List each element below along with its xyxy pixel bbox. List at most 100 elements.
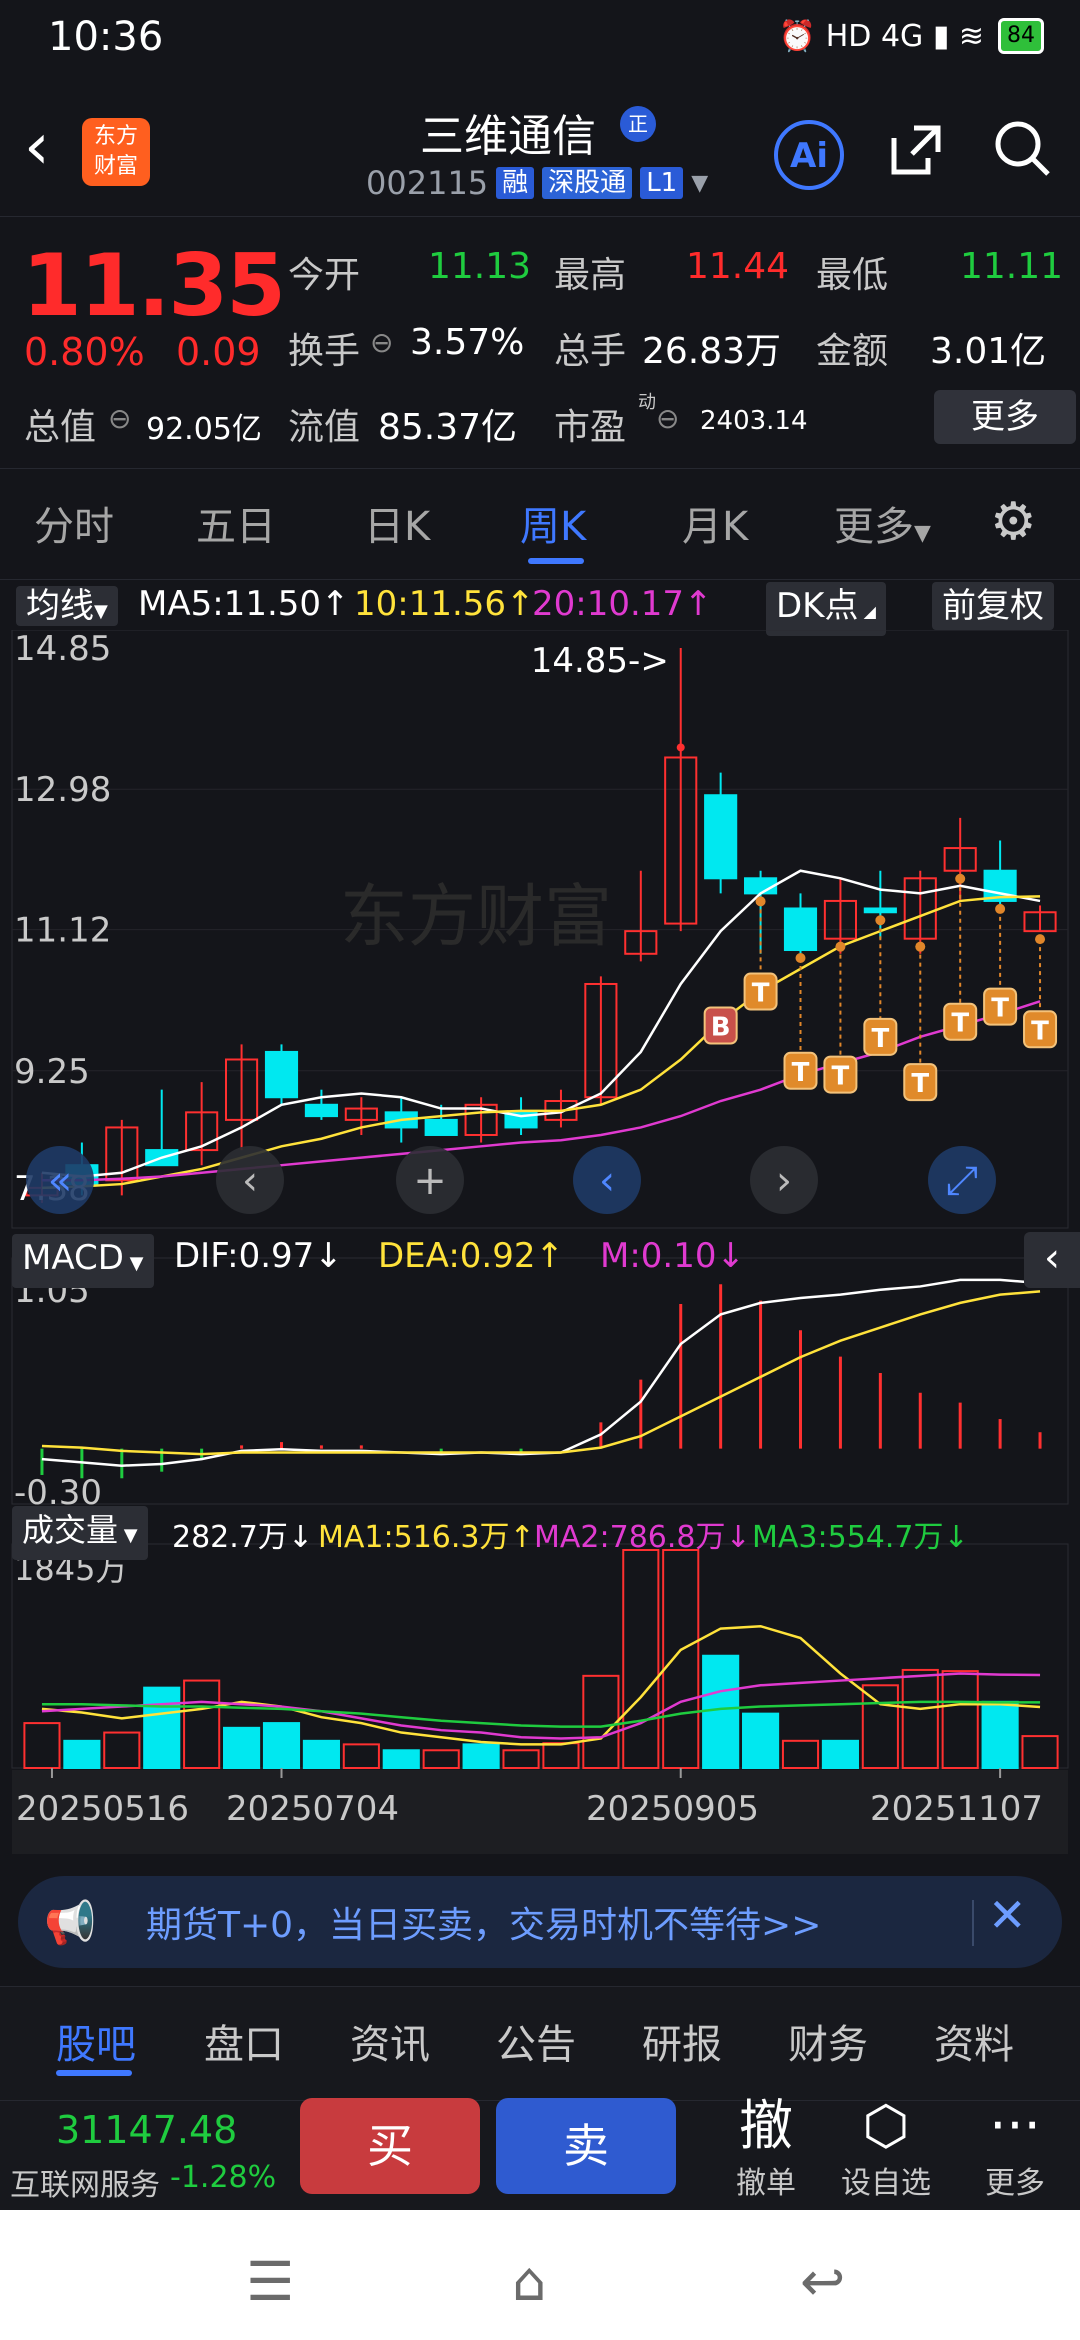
volume-bar: [63, 1739, 101, 1770]
signal-label: B: [711, 1013, 731, 1043]
pe-value: 2403.14: [700, 406, 808, 436]
menu-icon[interactable]: ☰: [246, 2250, 294, 2313]
search-icon[interactable]: [990, 116, 1054, 195]
open-label: 今开: [288, 255, 361, 296]
cancel-order-label: 撤单: [736, 2166, 796, 2201]
volume-bar: [742, 1712, 780, 1770]
nav-left-end-icon: «: [48, 1158, 72, 1204]
dea-line: [41, 1290, 1041, 1456]
dk-point-button[interactable]: DK点 ◢: [766, 582, 886, 636]
tab-guba[interactable]: 股吧: [56, 2012, 136, 2070]
back-nav-icon[interactable]: ↩: [800, 2250, 845, 2313]
high-label: 最高: [554, 255, 627, 296]
volume-bar: [183, 1679, 221, 1770]
tab-weekly-k[interactable]: 周K: [520, 494, 586, 552]
info-icon[interactable]: ⊖: [656, 402, 679, 435]
volume-label: 总手: [554, 331, 627, 372]
candle-body: [424, 1118, 458, 1136]
volume-bar: [542, 1742, 580, 1770]
cancel-order-button[interactable]: 撤 撤单: [724, 2094, 808, 2202]
sector-change: -1.28%: [170, 2160, 277, 2195]
macd-frame: [11, 1257, 1069, 1505]
caret-down-icon: ▼: [914, 521, 931, 546]
volume-bar: [103, 1731, 141, 1770]
caret-down-icon: ▼: [118, 1525, 138, 1546]
cancel-icon: 撤: [739, 2094, 793, 2157]
back-icon[interactable]: ‹: [24, 110, 50, 184]
volume-selector[interactable]: 成交量 ▼: [12, 1506, 148, 1560]
share-icon[interactable]: [886, 120, 946, 180]
stock-code: 002115: [366, 164, 489, 202]
tab-news[interactable]: 资讯: [350, 2012, 430, 2070]
change-percent: 0.80%: [24, 330, 145, 374]
tab-five-day[interactable]: 五日: [196, 494, 276, 552]
date-axis-label: 20250704: [226, 1789, 399, 1829]
dk-label: DK点: [776, 586, 859, 626]
more-dots-icon: ···: [989, 2094, 1041, 2157]
ma-toggle[interactable]: 均线▼: [16, 582, 118, 636]
close-icon[interactable]: ✕: [988, 1888, 1027, 1942]
ma10-value: 10:11.56↑: [354, 584, 535, 624]
volume-bar: [422, 1749, 460, 1769]
tag-shengutong: 深股通: [542, 167, 633, 199]
tab-monthly-k[interactable]: 月K: [682, 494, 748, 552]
info-tab-underline: [56, 2070, 132, 2076]
nav-left-icon: ‹: [599, 1158, 615, 1204]
buy-button[interactable]: 买: [300, 2098, 480, 2194]
vol-ma3-value: MA3:554.7万↓: [752, 1520, 969, 1555]
tab-more[interactable]: 更多▼: [834, 494, 931, 552]
signal-label: T: [991, 994, 1009, 1024]
signal-label: T: [951, 1009, 969, 1039]
quote-more-button[interactable]: 更多: [934, 390, 1076, 444]
dif-line: [41, 1278, 1041, 1467]
candle-body: [264, 1050, 299, 1099]
volume-label-text: 成交量: [22, 1511, 119, 1549]
tab-underline: [528, 558, 584, 564]
adjust-button[interactable]: 前复权: [932, 582, 1054, 630]
app-logo: 东方 财富: [82, 118, 150, 186]
tab-intraday[interactable]: 分时: [34, 494, 114, 552]
nav-prev-icon: ‹: [242, 1158, 258, 1204]
megaphone-icon: 📢: [44, 1898, 97, 1947]
volume-bar: [861, 1684, 899, 1769]
pe-label: 市盈: [554, 407, 627, 448]
candle-body: [704, 794, 738, 880]
volume-bar: [662, 1549, 700, 1769]
banner-divider: [972, 1900, 974, 1946]
tab-research[interactable]: 研报: [642, 2012, 722, 2070]
sector-index-value[interactable]: 31147.48: [56, 2108, 237, 2152]
caret-down-icon: ▼: [691, 170, 709, 196]
tab-daily-k[interactable]: 日K: [364, 494, 430, 552]
volume-bar: [342, 1743, 380, 1769]
collapse-panel-icon[interactable]: ‹: [1024, 1232, 1080, 1288]
signal-label: T: [911, 1069, 929, 1099]
signal-label: T: [1031, 1016, 1049, 1046]
tab-pankou[interactable]: 盘口: [204, 2012, 284, 2070]
add-favorite-button[interactable]: ⬡ 设自选: [836, 2094, 936, 2202]
volume-bar: [223, 1726, 261, 1769]
vol-value: 282.7万↓: [172, 1520, 314, 1555]
date-axis-label: 20250905: [586, 1789, 759, 1829]
macd-selector[interactable]: MACD ▼: [12, 1234, 154, 1288]
y-axis-label: 9.25: [14, 1052, 90, 1092]
info-icon[interactable]: ⊖: [108, 402, 131, 435]
tab-announcements[interactable]: 公告: [496, 2012, 576, 2070]
home-icon[interactable]: ⌂: [512, 2250, 546, 2313]
sector-name[interactable]: 互联网服务: [10, 2160, 160, 2204]
tab-finance[interactable]: 财务: [788, 2012, 868, 2070]
stock-code-line[interactable]: 002115 融 深股通 L1 ▼: [366, 164, 708, 202]
info-icon[interactable]: ⊖: [370, 326, 393, 359]
ai-button[interactable]: Ai: [774, 120, 844, 190]
battery-icon: 84: [998, 18, 1044, 54]
more-actions-button[interactable]: ··· 更多: [980, 2094, 1050, 2202]
signal-dot: [915, 941, 926, 952]
tab-profile[interactable]: 资料: [934, 2012, 1014, 2070]
gear-icon[interactable]: ⚙: [990, 492, 1037, 552]
amount-value: 3.01亿: [930, 331, 1047, 372]
sell-button[interactable]: 卖: [496, 2098, 676, 2194]
volume-bar: [981, 1700, 1019, 1770]
turnover-label: 换手: [288, 331, 361, 372]
logo-text: 东方 财富: [93, 124, 138, 179]
banner-text[interactable]: 期货T+0，当日买卖，交易时机不等待>>: [146, 1896, 821, 1948]
low-value: 11.11: [960, 246, 1064, 287]
